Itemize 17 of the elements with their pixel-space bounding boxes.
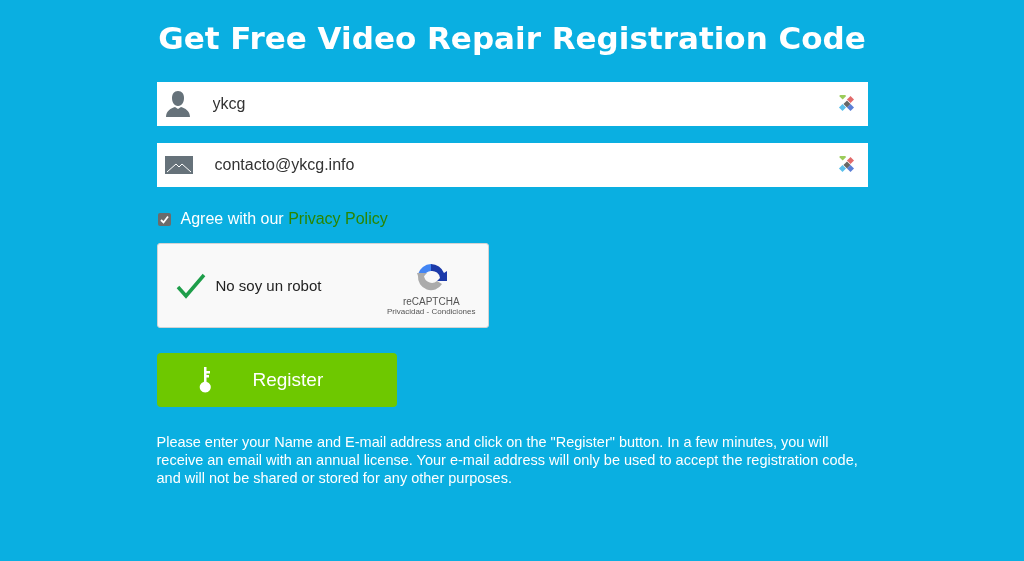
page-title: Get Free Video Repair Registration Code — [158, 19, 866, 58]
captcha-checkbox[interactable] — [175, 271, 206, 300]
agree-label: Agree with our Privacy Policy — [180, 210, 388, 228]
agree-checkbox[interactable] — [157, 212, 171, 226]
name-field[interactable]: ykcg — [156, 82, 868, 126]
person-icon — [164, 90, 191, 118]
autofill-icon[interactable] — [837, 95, 856, 113]
name-field[interactable]: ykcg — [210, 94, 838, 114]
email-field[interactable]: contacto@ykcg.info — [212, 155, 838, 175]
autofill-icon[interactable] — [837, 156, 856, 174]
email-field[interactable]: contacto@ykcg.info — [156, 143, 868, 187]
info-paragraph: Please enter your Name and E-mail address and click on the "Register" button. In a few minutes, you will receive an email with an annual license. Your e-mail address will only be used to accept the registration code, and will not be shared or stored for any other purposes. — [156, 433, 859, 487]
recaptcha-brand: reCAPTCHA — [402, 295, 460, 307]
key-icon — [198, 367, 213, 393]
envelope-icon — [164, 156, 193, 174]
captcha-label: No soy un robot — [215, 277, 323, 294]
captcha-links[interactable]: Privacidad - Condiciones — [386, 306, 476, 316]
